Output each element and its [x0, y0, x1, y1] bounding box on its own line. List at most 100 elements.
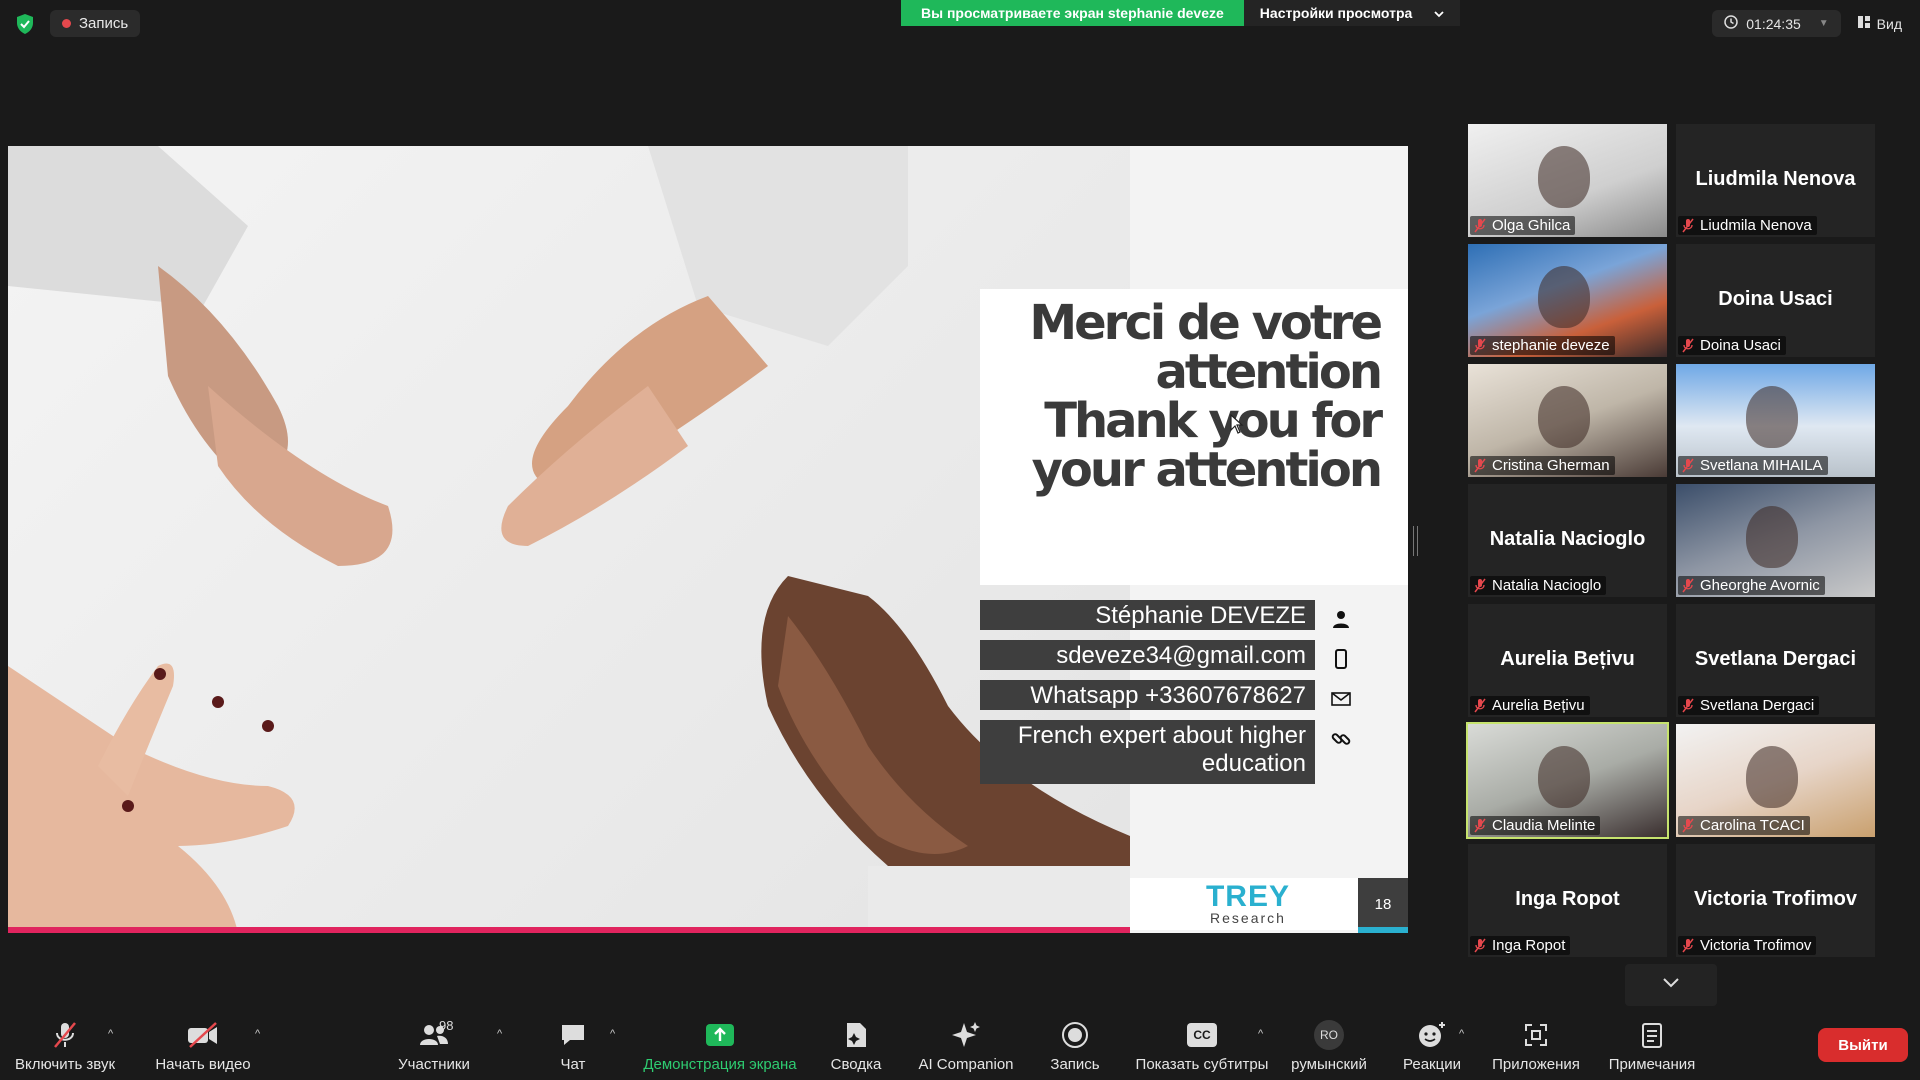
apps-label: Приложения	[1492, 1056, 1580, 1073]
participant-name: Svetlana Dergaci	[1700, 697, 1815, 714]
participant-name-label: Cristina Gherman	[1470, 456, 1615, 475]
participants-options-caret-icon[interactable]: ^	[497, 1028, 502, 1040]
participant-name: Natalia Nacioglo	[1492, 577, 1602, 594]
chevron-down-icon: ▼	[1818, 18, 1829, 29]
participant-tile[interactable]: Inga Ropot Inga Ropot	[1468, 844, 1667, 957]
person-icon	[1330, 608, 1352, 630]
cc-badge: CC	[1187, 1023, 1217, 1047]
participant-name: Inga Ropot	[1492, 937, 1566, 954]
video-off-icon	[186, 1020, 220, 1050]
zoom-meeting-window: { "topbar": { "recording_label": "Запись…	[0, 0, 1920, 1080]
chat-bubble-icon	[559, 1020, 587, 1050]
share-screen-button[interactable]: Демонстрация экрана	[638, 1010, 802, 1080]
participant-tile[interactable]: Victoria Trofimov Victoria Trofimov	[1676, 844, 1875, 957]
participant-name: Carolina TCACI	[1700, 817, 1805, 834]
apps-button[interactable]: Приложения	[1486, 1010, 1586, 1080]
mail-icon	[1330, 688, 1352, 710]
muted-microphone-icon	[1473, 218, 1487, 234]
view-settings-button[interactable]: Настройки просмотра	[1243, 0, 1461, 26]
chevron-down-icon	[1434, 5, 1444, 21]
muted-microphone-icon	[1473, 338, 1487, 354]
start-video-button[interactable]: Начать видео	[148, 1010, 258, 1080]
participant-tile[interactable]: Svetlana MIHAILA	[1676, 364, 1875, 477]
muted-microphone-icon	[1473, 938, 1487, 954]
share-banner-text: Вы просматриваете экран stephanie deveze	[901, 0, 1244, 26]
participant-tile[interactable]: Olga Ghilca	[1468, 124, 1667, 237]
notes-icon	[1641, 1020, 1663, 1050]
participant-name: Claudia Melinte	[1492, 817, 1596, 834]
share-screen-icon	[705, 1020, 735, 1050]
slide-title-box: Merci de votre attention Thank you for y…	[980, 289, 1408, 585]
security-shield-icon[interactable]	[12, 11, 38, 37]
participants-button[interactable]: 98 Участники	[388, 1010, 480, 1080]
unmute-button[interactable]: Включить звук	[10, 1010, 120, 1080]
record-button[interactable]: Запись	[1040, 1010, 1110, 1080]
muted-microphone-icon	[1681, 338, 1695, 354]
notes-button[interactable]: Примечания	[1600, 1010, 1704, 1080]
reactions-options-caret-icon[interactable]: ^	[1459, 1028, 1464, 1040]
view-settings-label: Настройки просмотра	[1259, 5, 1413, 21]
participant-name: Doina Usaci	[1700, 337, 1781, 354]
contact-email: sdeveze34@gmail.com	[980, 640, 1315, 670]
muted-microphone-icon	[1681, 698, 1695, 714]
reactions-button[interactable]: Реакции	[1396, 1010, 1468, 1080]
muted-microphone-icon	[1681, 458, 1695, 474]
participant-tile[interactable]: Liudmila Nenova Liudmila Nenova	[1676, 124, 1875, 237]
captions-options-caret-icon[interactable]: ^	[1258, 1028, 1263, 1040]
participant-tile[interactable]: Claudia Melinte	[1466, 722, 1669, 839]
contact-name: Stéphanie DEVEZE	[980, 600, 1315, 630]
language-badge-wrap: RO	[1314, 1020, 1344, 1050]
participant-tile[interactable]: Aurelia Bețivu Aurelia Bețivu	[1468, 604, 1667, 717]
participant-name: Svetlana MIHAILA	[1700, 457, 1823, 474]
participants-label: Участники	[398, 1056, 470, 1073]
contact-whatsapp: Whatsapp +33607678627	[980, 680, 1315, 710]
participant-silhouette	[1746, 506, 1798, 568]
language-interpretation-button[interactable]: RO румынский	[1284, 1010, 1374, 1080]
audio-options-caret-icon[interactable]: ^	[108, 1028, 113, 1040]
chat-button[interactable]: Чат	[545, 1010, 601, 1080]
hands-clapping-photo	[8, 146, 1130, 933]
mouse-cursor-icon	[1230, 413, 1244, 439]
phone-icon	[1330, 648, 1352, 670]
record-icon	[1061, 1020, 1089, 1050]
clock-icon	[1724, 15, 1739, 32]
meeting-timer[interactable]: 01:24:35 ▼	[1712, 10, 1841, 37]
participant-tile[interactable]: Cristina Gherman	[1468, 364, 1667, 477]
participant-tile[interactable]: Gheorghe Avornic	[1676, 484, 1875, 597]
participant-display-name: Victoria Trofimov	[1693, 888, 1857, 910]
closed-captions-icon: CC	[1187, 1020, 1217, 1050]
share-screen-label: Демонстрация экрана	[643, 1056, 797, 1073]
participant-tile[interactable]: Doina Usaci Doina Usaci	[1676, 244, 1875, 357]
leave-button[interactable]: Выйти	[1818, 1028, 1908, 1062]
muted-microphone-icon	[1473, 698, 1487, 714]
record-label: Запись	[1050, 1056, 1100, 1073]
resize-divider-handle[interactable]	[1413, 526, 1418, 556]
recording-indicator[interactable]: Запись	[50, 10, 141, 37]
muted-microphone-icon	[1681, 578, 1695, 594]
video-options-caret-icon[interactable]: ^	[255, 1028, 260, 1040]
meeting-toolbar: Включить звук ^ Начать видео ^ 98 Участн…	[0, 1010, 1920, 1080]
view-button[interactable]: Вид	[1851, 10, 1908, 37]
show-captions-button[interactable]: CC Показать субтитры	[1128, 1010, 1276, 1080]
summary-button[interactable]: Сводка	[820, 1010, 892, 1080]
chat-options-caret-icon[interactable]: ^	[610, 1028, 615, 1040]
participant-name-label: Claudia Melinte	[1470, 816, 1601, 835]
participant-tile[interactable]: Carolina TCACI	[1676, 724, 1875, 837]
participant-tile[interactable]: Natalia Nacioglo Natalia Nacioglo	[1468, 484, 1667, 597]
top-right-controls: 01:24:35 ▼ Вид	[1712, 10, 1908, 37]
accent-bar-pink	[8, 927, 1130, 933]
language-label: румынский	[1291, 1056, 1367, 1073]
participant-tile[interactable]: stephanie deveze	[1468, 244, 1667, 357]
shared-screen-slide[interactable]: Merci de votre attention Thank you for y…	[8, 146, 1408, 933]
logo-sub-text: Research	[1210, 910, 1286, 926]
participant-name-label: Victoria Trofimov	[1678, 936, 1817, 955]
participant-display-name: Aurelia Bețivu	[1500, 648, 1635, 670]
participant-name: Aurelia Bețivu	[1492, 697, 1585, 714]
participant-tile[interactable]: Svetlana Dergaci Svetlana Dergaci	[1676, 604, 1875, 717]
muted-microphone-icon	[1681, 938, 1695, 954]
ai-companion-button[interactable]: AI Companion	[906, 1010, 1026, 1080]
gallery-scroll-down-button[interactable]	[1625, 964, 1717, 1006]
show-captions-label: Показать субтитры	[1135, 1056, 1269, 1073]
contact-role: French expert about higher education	[980, 720, 1315, 784]
smiley-plus-icon	[1417, 1020, 1447, 1050]
